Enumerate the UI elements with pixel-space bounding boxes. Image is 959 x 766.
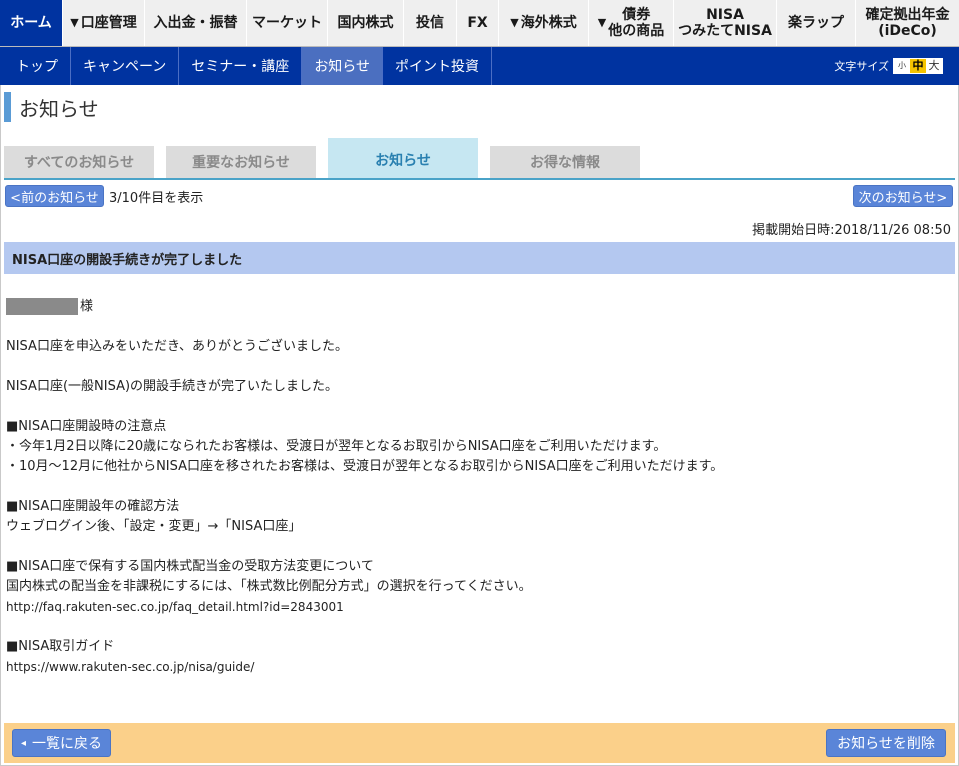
next-notice-button[interactable]: 次のお知らせ> bbox=[853, 185, 953, 207]
notice-tabs: すべてのお知らせ 重要なお知らせ お知らせ お得な情報 bbox=[4, 138, 955, 180]
posted-datetime: 掲載開始日時:2018/11/26 08:50 bbox=[752, 223, 951, 238]
nav-foreign-stocks[interactable]: ▼ 海外株式 bbox=[499, 0, 589, 46]
notice-subject: NISA口座の開設手続きが完了しました bbox=[4, 242, 955, 274]
subnav-notice[interactable]: お知らせ bbox=[302, 47, 384, 85]
masked-name bbox=[6, 298, 78, 315]
message-line: ウェブログイン後、「設定・変更」→「NISA口座」 bbox=[6, 519, 302, 534]
dropdown-triangle-icon: ▼ bbox=[597, 16, 607, 29]
nav-home[interactable]: ホーム bbox=[0, 0, 63, 46]
prev-notice-button[interactable]: <前のお知らせ bbox=[5, 185, 104, 207]
section-heading: ■NISA口座で保有する国内株式配当金の受取方法変更について bbox=[6, 559, 374, 574]
message-line: 国内株式の配当金を非課税にするには、「株式数比例配分方式」の選択を行ってください… bbox=[6, 579, 532, 594]
nav-funds[interactable]: 投信 bbox=[404, 0, 457, 46]
delete-notice-button[interactable]: お知らせを削除 bbox=[826, 729, 946, 757]
message-line: NISA口座を申込みをいただき、ありがとうございました。 bbox=[6, 339, 349, 354]
nav-deposit[interactable]: 入出金・振替 bbox=[145, 0, 247, 46]
nav-account[interactable]: ▼ 口座管理 bbox=[63, 0, 145, 46]
font-size-small[interactable]: 小 bbox=[894, 59, 910, 73]
salutation: 様 bbox=[6, 297, 951, 317]
tab-important-notices[interactable]: 重要なお知らせ bbox=[166, 146, 316, 178]
nav-fx[interactable]: FX bbox=[457, 0, 499, 46]
message-line: ・10月～12月に他社からNISA口座を移されたお客様は、受渡日が翌年となるお取… bbox=[6, 459, 724, 474]
bottom-action-bar: ◂ 一覧に戻る お知らせを削除 bbox=[4, 723, 955, 763]
nav-domestic-stocks[interactable]: 国内株式 bbox=[328, 0, 404, 46]
nav-nisa[interactable]: NISA つみたてNISA bbox=[674, 0, 777, 46]
page-title: お知らせ bbox=[4, 92, 99, 122]
nav-market[interactable]: マーケット bbox=[247, 0, 328, 46]
section-heading: ■NISA口座開設年の確認方法 bbox=[6, 499, 180, 514]
dropdown-triangle-icon: ▼ bbox=[70, 16, 79, 29]
font-size-medium[interactable]: 中 bbox=[910, 59, 926, 73]
tab-all-notices[interactable]: すべてのお知らせ bbox=[4, 146, 154, 178]
font-size-label: 文字サイズ bbox=[834, 60, 889, 73]
section-heading: ■NISA口座開設時の注意点 bbox=[6, 419, 167, 434]
subnav-seminar[interactable]: セミナー・講座 bbox=[179, 47, 303, 85]
faq-link[interactable]: http://faq.rakuten-sec.co.jp/faq_detail.… bbox=[6, 597, 951, 617]
font-size-large[interactable]: 大 bbox=[926, 59, 942, 73]
subnav-point-invest[interactable]: ポイント投資 bbox=[383, 47, 493, 85]
tab-deals[interactable]: お得な情報 bbox=[490, 146, 640, 178]
subnav-top[interactable]: トップ bbox=[0, 47, 71, 85]
title-accent-bar bbox=[4, 92, 11, 122]
chevron-left-icon: ◂ bbox=[20, 737, 27, 749]
subnav-campaign[interactable]: キャンペーン bbox=[71, 47, 180, 85]
tab-notices[interactable]: お知らせ bbox=[328, 138, 478, 178]
section-heading: ■NISA取引ガイド bbox=[6, 639, 115, 654]
guide-link[interactable]: https://www.rakuten-sec.co.jp/nisa/guide… bbox=[6, 657, 951, 677]
nav-rakuwrap[interactable]: 楽ラップ bbox=[777, 0, 856, 46]
main-nav: ホーム ▼ 口座管理 入出金・振替 マーケット 国内株式 投信 FX ▼ 海外株式 … bbox=[0, 0, 959, 47]
nav-bonds[interactable]: ▼ 債券 他の商品 bbox=[589, 0, 674, 46]
sub-nav: トップ キャンペーン セミナー・講座 お知らせ ポイント投資 文字サイズ 小 中… bbox=[0, 47, 959, 85]
message-line: NISA口座(一般NISA)の開設手続きが完了いたしました。 bbox=[6, 379, 339, 394]
notice-body: 様 NISA口座を申込みをいただき、ありがとうございました。 NISA口座(一般… bbox=[6, 297, 951, 677]
nav-ideco[interactable]: 確定拠出年金 (iDeCo) bbox=[856, 0, 959, 46]
back-to-list-button[interactable]: ◂ 一覧に戻る bbox=[12, 729, 111, 757]
dropdown-triangle-icon: ▼ bbox=[510, 16, 519, 29]
pager-status: 3/10件目を表示 bbox=[109, 191, 204, 206]
message-line: ・今年1月2日以降に20歳になられたお客様は、受渡日が翌年となるお取引からNIS… bbox=[6, 439, 667, 454]
font-size-control: 文字サイズ 小 中 大 bbox=[834, 58, 943, 74]
